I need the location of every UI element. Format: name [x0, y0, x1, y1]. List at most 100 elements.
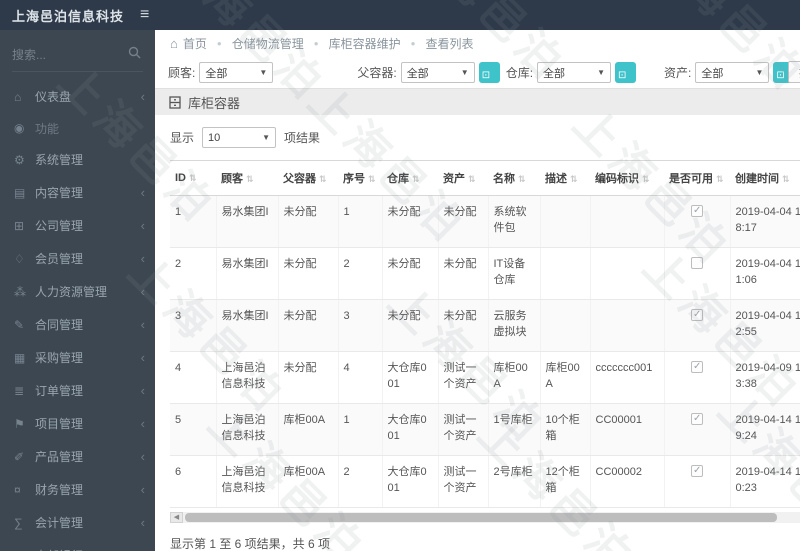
hamburger-menu-icon[interactable]: ≡: [140, 7, 149, 23]
sidebar-item-content-management[interactable]: ▤ 内容管理 ‹: [0, 176, 155, 209]
column-header-code[interactable]: 编码标识 ⇅: [590, 160, 664, 196]
sidebar-item-label: 采购管理: [35, 351, 84, 365]
sort-icon: ⇅: [319, 174, 327, 184]
sort-icon: ⇅: [518, 174, 526, 184]
sidebar-item-finance-management[interactable]: ¤ 财务管理 ‹: [0, 473, 155, 506]
column-header-enabled[interactable]: 是否可用 ⇅: [664, 160, 730, 196]
sidebar-item-procurement-management[interactable]: ▦ 采购管理 ‹: [0, 341, 155, 374]
search-button[interactable]: 搜索: [788, 61, 800, 83]
cell-warehouse: 未分配: [382, 299, 439, 352]
sidebar-item-product-management[interactable]: ✐ 产品管理 ‹: [0, 440, 155, 473]
filter-select-parent-container[interactable]: 全部 ▼: [400, 62, 475, 83]
cell-warehouse: 大仓库001: [382, 351, 439, 404]
enabled-checkbox[interactable]: [691, 257, 703, 269]
sidebar-item-member-management[interactable]: ♢ 会员管理 ‹: [0, 242, 155, 275]
column-header-warehouse[interactable]: 仓库 ⇅: [382, 160, 438, 196]
cell-id: 6: [170, 455, 217, 508]
chevron-left-icon: ‹: [140, 185, 145, 200]
sort-icon: ⇅: [189, 173, 197, 183]
sidebar-item-internal-bank[interactable]: ≋内部银行‹: [0, 539, 155, 551]
cell-code: [590, 299, 665, 352]
chevron-left-icon: ‹: [140, 218, 145, 233]
sidebar-item-order-management[interactable]: ≣ 订单管理 ‹: [0, 374, 155, 407]
scrollbar-track[interactable]: [183, 511, 800, 523]
horizontal-scrollbar: ◀: [170, 511, 800, 523]
sidebar-item-contract-management[interactable]: ✎ 合同管理 ‹: [0, 308, 155, 341]
cell-enabled: [664, 299, 731, 352]
column-header-asset[interactable]: 资产 ⇅: [438, 160, 488, 196]
breadcrumb-item[interactable]: 查看列表: [425, 35, 473, 52]
sort-icon: ⇅: [642, 174, 650, 184]
enabled-checkbox[interactable]: [691, 464, 703, 479]
page-size-select[interactable]: 10 ▼: [202, 127, 277, 148]
cell-parent: 库柜00A: [278, 455, 339, 508]
breadcrumb-separator: ●: [410, 39, 416, 48]
cell-enabled: [664, 195, 731, 248]
enabled-checkbox[interactable]: [691, 204, 703, 219]
cell-customer: 上海邑泊信息科技: [216, 455, 279, 508]
cell-desc: 10个柜箱: [540, 403, 591, 456]
picker-button-parent-container[interactable]: ⊡: [478, 62, 500, 83]
results-summary: 显示第 1 至 6 项结果，共 6 项: [170, 537, 331, 551]
home-icon: ⌂: [170, 36, 178, 51]
filter-select-warehouse[interactable]: 全部 ▼: [537, 62, 612, 83]
column-header-id[interactable]: ID ⇅: [170, 160, 216, 196]
content-icon: ▤: [14, 185, 26, 200]
sidebar-item-project-management[interactable]: ⚑ 项目管理 ‹: [0, 407, 155, 440]
sidebar-item-dashboard[interactable]: ⌂ 仪表盘 ‹: [0, 80, 155, 113]
cell-code: CC00001: [590, 403, 665, 456]
filter-select-customer[interactable]: 全部 ▼: [199, 62, 274, 83]
enabled-checkbox[interactable]: [691, 412, 703, 427]
member-icon: ♢: [14, 251, 25, 266]
column-header-parent[interactable]: 父容器 ⇅: [278, 160, 338, 196]
column-header-desc[interactable]: 描述 ⇅: [540, 160, 590, 196]
page-title: 库柜容器: [188, 95, 241, 111]
column-header-name[interactable]: 名称 ⇅: [488, 160, 540, 196]
list-panel: 显示 10 ▼ 项结果 ID ⇅ 顾客 ⇅ 父容器 ⇅ 序号 ⇅ 仓库 ⇅ 资产 ⇅ 名称 ⇅ 描述 ⇅ 编码标…: [155, 115, 800, 551]
top-bar: 上海邑泊信息科技 ≡: [0, 0, 800, 30]
sidebar-item-system-management[interactable]: ⚙ 系统管理: [0, 143, 155, 176]
sidebar-item-label: 合同管理: [35, 318, 84, 332]
sidebar-item-label: 功能: [35, 121, 60, 136]
cell-customer: 易水集团I: [216, 299, 279, 352]
scroll-left-button[interactable]: ◀: [170, 511, 183, 523]
cell-id: 4: [170, 351, 217, 404]
cell-desc: 库柜00A: [540, 351, 591, 404]
filter-select-asset[interactable]: 全部 ▼: [695, 62, 770, 83]
cell-asset: 测试一个资产: [438, 455, 489, 508]
chevron-down-icon: ▼: [262, 133, 271, 142]
column-header-customer[interactable]: 顾客 ⇅: [216, 160, 278, 196]
filter-warehouse: 仓库: 全部 ▼ ⊡: [506, 62, 637, 83]
filter-value: 全部: [701, 67, 724, 80]
column-header-created[interactable]: 创建时间 ⇅: [730, 160, 800, 196]
chevron-left-icon: ‹: [140, 515, 145, 530]
cell-parent: 未分配: [278, 195, 339, 248]
table-row: 5 上海邑泊信息科技 库柜00A 1 大仓库001 测试一个资产 1号库柜 10个柜箱 CC00…: [170, 403, 800, 456]
enabled-checkbox[interactable]: [691, 360, 703, 375]
breadcrumb-item[interactable]: 首页: [183, 35, 207, 52]
results-label: 项结果: [284, 131, 321, 145]
results-bar: 显示 10 ▼ 项结果: [170, 127, 800, 148]
enabled-checkbox[interactable]: [691, 308, 703, 323]
scrollbar-thumb[interactable]: [185, 512, 778, 522]
sidebar-item-accounting-management[interactable]: ∑ 会计管理 ‹: [0, 506, 155, 539]
sidebar-item-hr-management[interactable]: ⁂ 人力资源管理 ‹: [0, 275, 155, 308]
table-row: 6 上海邑泊信息科技 库柜00A 2 大仓库001 测试一个资产 2号库柜 12个柜箱 CC00…: [170, 455, 800, 508]
breadcrumb-item[interactable]: 库柜容器维护: [329, 35, 401, 52]
sidebar-item-company-management[interactable]: ⊞ 公司管理 ‹: [0, 209, 155, 242]
breadcrumb-item[interactable]: 仓储物流管理: [232, 35, 304, 52]
column-header-seq[interactable]: 序号 ⇅: [338, 160, 382, 196]
table-row: 3易水集团I未分配3未分配未分配云服务虚拟块2019-04-04 15:02:5…: [170, 299, 800, 352]
cell-seq: 2: [338, 455, 383, 508]
cell-code: [590, 195, 665, 248]
sidebar-item-label: 系统管理: [35, 153, 84, 167]
sidebar-item-label: 项目管理: [35, 417, 84, 431]
cell-code: [590, 247, 665, 300]
sidebar-item-label: 人力资源管理: [35, 285, 108, 299]
sidebar-item-label: 内容管理: [35, 186, 84, 200]
sort-icon: ⇅: [782, 174, 790, 184]
search-input[interactable]: [12, 48, 127, 62]
sidebar-item-label: 订单管理: [35, 384, 84, 398]
picker-button-warehouse[interactable]: ⊡: [615, 62, 637, 83]
chevron-left-icon: ‹: [140, 251, 145, 266]
